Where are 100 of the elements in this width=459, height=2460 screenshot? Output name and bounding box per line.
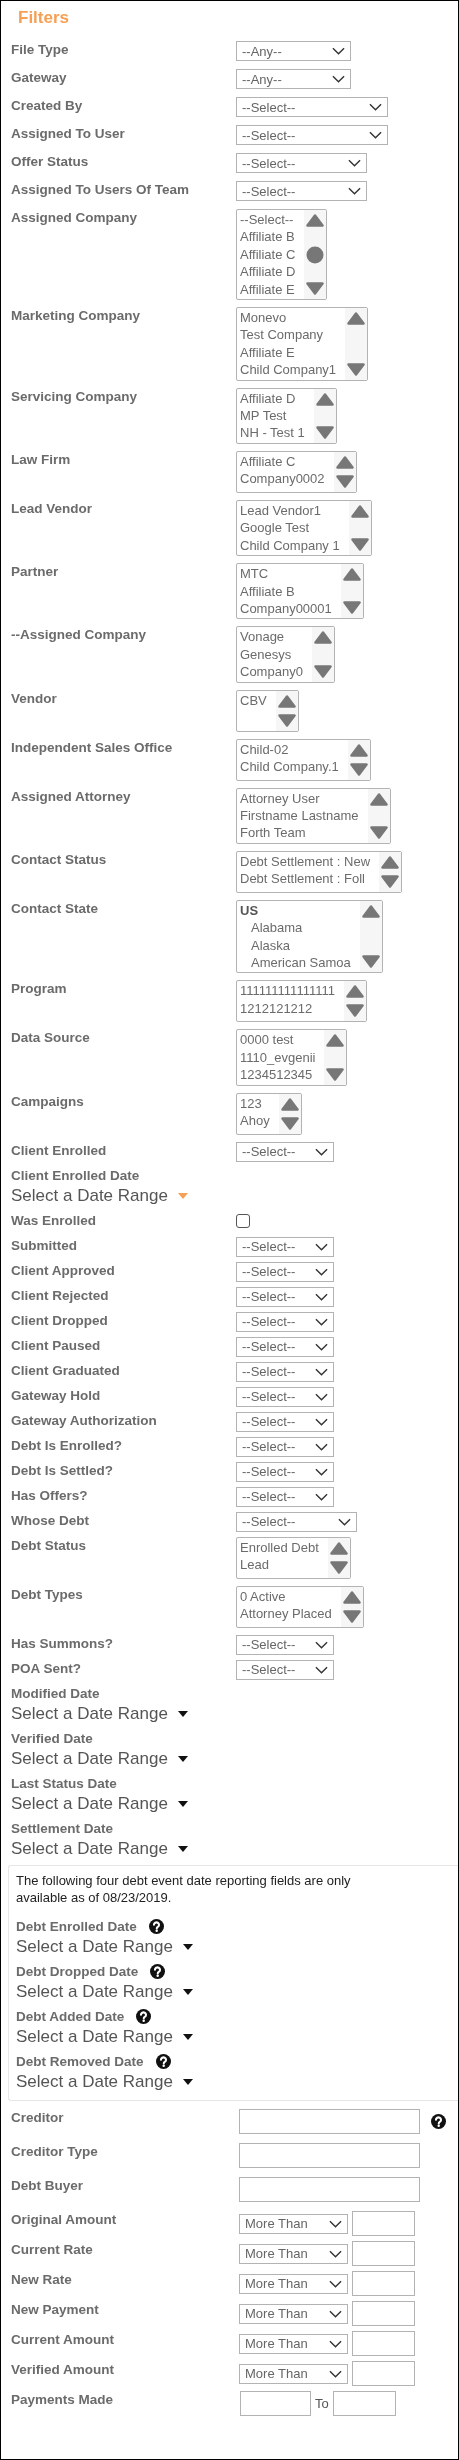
list-option[interactable]: Test Company bbox=[240, 326, 337, 344]
list-option[interactable]: Affiliate E bbox=[240, 343, 337, 362]
date-range-dropdown[interactable]: Select a Date Range bbox=[11, 1184, 188, 1207]
scroll-up-icon[interactable] bbox=[361, 904, 380, 918]
scrollbar[interactable] bbox=[340, 564, 363, 619]
list-option[interactable]: Monevo bbox=[240, 309, 337, 327]
list-box[interactable]: 111111111111111 1212121212 bbox=[236, 980, 367, 1023]
list-option[interactable]: Affiliate C bbox=[240, 452, 325, 471]
date-range-dropdown[interactable]: Select a Date Range bbox=[11, 1792, 188, 1815]
list-option[interactable]: American Samoa bbox=[240, 953, 351, 972]
dropdown[interactable]: --Any-- bbox=[236, 69, 351, 89]
list-option[interactable]: Genesys bbox=[240, 645, 303, 664]
list-option[interactable]: Affiliate B bbox=[240, 582, 332, 600]
date-range-dropdown[interactable]: Select a Date Range bbox=[11, 1702, 188, 1725]
date-range-dropdown[interactable]: Select a Date Range bbox=[11, 1837, 188, 1860]
help-icon[interactable] bbox=[136, 2009, 152, 2025]
scrollbar[interactable] bbox=[340, 1586, 363, 1627]
scrollbar[interactable] bbox=[278, 1093, 301, 1134]
list-box[interactable]: Debt Settlement : New Debt Settlement : Foll bbox=[236, 850, 403, 893]
scroll-up-icon[interactable] bbox=[381, 855, 400, 869]
scroll-up-icon[interactable] bbox=[277, 694, 296, 708]
dropdown[interactable]: --Select-- bbox=[236, 1361, 334, 1382]
list-box[interactable]: 0000 test 1110_evgenii 1234512345 bbox=[236, 1029, 348, 1086]
list-option[interactable]: --Select-- bbox=[240, 211, 296, 229]
scrollbar[interactable] bbox=[333, 451, 356, 492]
scroll-down-icon[interactable] bbox=[345, 1004, 364, 1018]
scroll-up-icon[interactable] bbox=[350, 504, 369, 518]
list-option[interactable]: Company0002 bbox=[240, 470, 325, 488]
list-option[interactable]: Lead Vendor1 bbox=[240, 501, 340, 520]
list-box[interactable]: Affiliate D MP Test NH - Test 1 bbox=[236, 387, 337, 444]
scroll-up-icon[interactable] bbox=[313, 631, 332, 645]
list-option[interactable]: Attorney User bbox=[240, 789, 359, 807]
list-box[interactable]: 123 Ahoy bbox=[236, 1092, 302, 1135]
scrollbar[interactable] bbox=[345, 308, 368, 380]
scroll-down-icon[interactable] bbox=[381, 874, 400, 888]
list-option[interactable]: Affiliate D bbox=[240, 389, 305, 408]
scrollbar[interactable] bbox=[304, 210, 327, 300]
list-option[interactable]: Firstname Lastname bbox=[240, 806, 359, 825]
scrollbar[interactable] bbox=[275, 690, 298, 731]
help-icon[interactable] bbox=[155, 2054, 171, 2070]
list-option[interactable]: Attorney Placed bbox=[240, 1605, 332, 1623]
list-option[interactable]: 0000 test bbox=[240, 1031, 316, 1049]
dropdown[interactable]: --Select-- bbox=[236, 1486, 334, 1507]
list-box[interactable]: Affiliate C Company0002 bbox=[236, 450, 357, 493]
list-option[interactable]: NH - Test 1 bbox=[240, 424, 305, 442]
list-option[interactable]: CBV bbox=[240, 691, 267, 709]
date-range-dropdown[interactable]: Select a Date Range bbox=[11, 1747, 188, 1770]
operator-dropdown[interactable]: More Than bbox=[239, 2213, 348, 2234]
scroll-up-icon[interactable] bbox=[280, 1097, 299, 1111]
dropdown[interactable]: --Select-- bbox=[236, 1336, 334, 1357]
dropdown[interactable]: --Any-- bbox=[236, 41, 351, 61]
list-option[interactable]: Affiliate B bbox=[240, 228, 296, 246]
text-field[interactable] bbox=[239, 2142, 420, 2168]
list-option[interactable]: 1212121212 bbox=[240, 999, 335, 1018]
text-field[interactable] bbox=[239, 2176, 420, 2202]
scrollbar[interactable] bbox=[348, 500, 371, 556]
amount-field[interactable] bbox=[352, 2210, 415, 2236]
dropdown[interactable]: --Select-- bbox=[236, 1411, 334, 1432]
list-option[interactable]: 0 Active bbox=[240, 1587, 332, 1605]
date-range-dropdown[interactable]: Select a Date Range bbox=[16, 1980, 193, 2003]
list-box[interactable]: --Select-- Affiliate B Affiliate C Affiliate D Affiliate E bbox=[236, 209, 328, 301]
dropdown[interactable]: --Select-- bbox=[236, 1311, 334, 1332]
scroll-up-icon[interactable] bbox=[347, 312, 366, 326]
operator-dropdown[interactable]: More Than bbox=[239, 2273, 348, 2294]
list-option[interactable]: Child Company.1 bbox=[240, 757, 339, 776]
scroll-up-icon[interactable] bbox=[329, 1541, 348, 1555]
scroll-down-icon[interactable] bbox=[313, 664, 332, 678]
scroll-up-icon[interactable] bbox=[369, 792, 388, 806]
list-option[interactable]: 111111111111111 bbox=[240, 982, 335, 1000]
scroll-up-icon[interactable] bbox=[342, 1590, 361, 1604]
dropdown[interactable]: --Select-- bbox=[236, 1261, 334, 1282]
list-option[interactable]: Company0 bbox=[240, 663, 303, 681]
to-field[interactable] bbox=[332, 2390, 396, 2416]
list-box[interactable]: Child-02 Child Company.1 bbox=[236, 738, 371, 781]
scrollbar[interactable] bbox=[367, 788, 390, 843]
scroll-down-icon[interactable] bbox=[342, 1609, 361, 1623]
dropdown[interactable]: --Select-- bbox=[236, 1236, 334, 1257]
scroll-up-icon[interactable] bbox=[315, 392, 334, 406]
list-option[interactable]: Affiliate E bbox=[240, 280, 296, 299]
list-box[interactable]: Vonage Genesys Company0 bbox=[236, 626, 335, 683]
list-option[interactable]: 1110_evgenii bbox=[240, 1048, 316, 1067]
scroll-down-icon[interactable] bbox=[277, 713, 296, 727]
scrollbar[interactable] bbox=[324, 1030, 347, 1085]
list-option[interactable]: Enrolled Debt bbox=[240, 1538, 319, 1556]
list-option[interactable]: Child Company 1 bbox=[240, 536, 340, 555]
operator-dropdown[interactable]: More Than bbox=[239, 2303, 348, 2324]
date-range-dropdown[interactable]: Select a Date Range bbox=[16, 2025, 193, 2048]
from-field[interactable] bbox=[240, 2390, 311, 2416]
list-option[interactable]: Debt Settlement : Foll bbox=[240, 870, 371, 888]
scroll-down-icon[interactable] bbox=[326, 1067, 345, 1081]
scroll-up-icon[interactable] bbox=[335, 455, 354, 469]
list-option[interactable]: Company00001 bbox=[240, 599, 332, 618]
scrollbar[interactable] bbox=[327, 1537, 350, 1578]
scroll-down-icon[interactable] bbox=[347, 362, 366, 376]
dropdown[interactable]: --Select-- bbox=[236, 97, 388, 117]
dropdown[interactable]: --Select-- bbox=[236, 1141, 334, 1162]
scrollbar[interactable] bbox=[347, 739, 370, 780]
scroll-down-icon[interactable] bbox=[349, 762, 368, 776]
dropdown[interactable]: --Select-- bbox=[236, 181, 367, 201]
dropdown[interactable]: --Select-- bbox=[236, 1659, 334, 1680]
